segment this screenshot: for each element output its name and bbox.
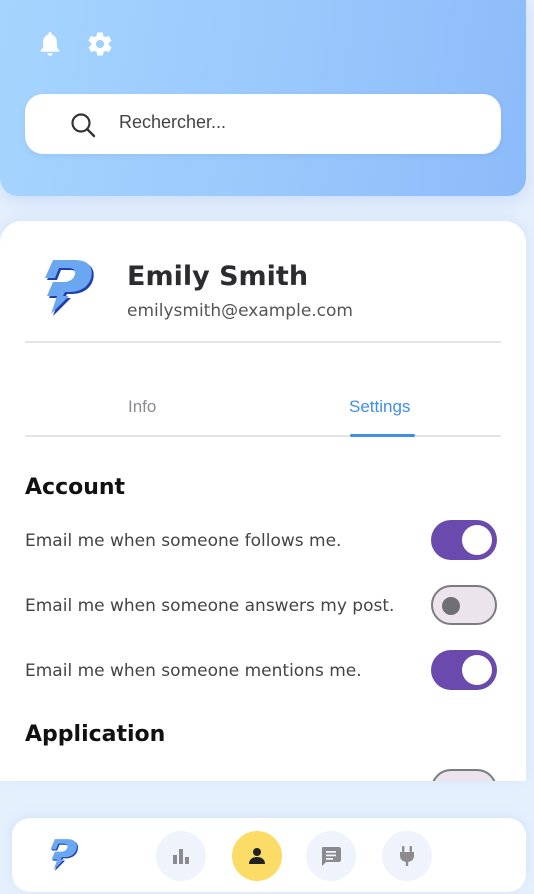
message-icon — [322, 847, 341, 866]
search-input[interactable]: Rechercher... — [119, 112, 226, 133]
toggle-mentions[interactable] — [431, 650, 497, 690]
plug-icon — [400, 846, 414, 866]
setting-label-mentions: Email me when someone mentions me. — [25, 661, 362, 681]
nav-plugins-button[interactable] — [382, 831, 432, 881]
toggle-answers[interactable] — [431, 585, 497, 625]
settings-button[interactable] — [86, 30, 114, 58]
search-icon — [71, 113, 96, 138]
stats-icon — [173, 849, 189, 864]
user-email: emilysmith@example.com — [127, 301, 353, 321]
bottom-nav — [12, 818, 526, 892]
notifications-button[interactable] — [36, 30, 64, 58]
app-logo-small — [50, 839, 79, 871]
toggle-knob — [462, 525, 492, 555]
app-header: Rechercher... — [0, 0, 526, 196]
nav-messages-button[interactable] — [306, 831, 356, 881]
profile-card: Emily Smith emilysmith@example.com Info … — [0, 221, 526, 781]
nav-stats-button[interactable] — [156, 831, 206, 881]
user-icon — [249, 848, 265, 864]
toggle-knob — [442, 597, 460, 615]
gear-icon — [88, 32, 112, 56]
section-title-account: Account — [25, 475, 126, 500]
nav-profile-button[interactable] — [232, 831, 282, 881]
tab-info[interactable]: Info — [128, 397, 156, 417]
app-logo — [45, 260, 94, 316]
section-title-application: Application — [25, 722, 166, 747]
profile-divider — [25, 341, 501, 343]
setting-label-follows: Email me when someone follows me. — [25, 531, 342, 551]
active-tab-indicator — [350, 434, 415, 437]
tab-settings[interactable]: Settings — [349, 397, 410, 417]
bell-icon — [40, 32, 60, 56]
setting-label-answers: Email me when someone answers my post. — [25, 596, 395, 616]
toggle-knob — [462, 655, 492, 685]
user-name: Emily Smith — [127, 261, 309, 292]
toggle-application-setting[interactable] — [431, 769, 497, 781]
tabs-divider — [25, 435, 501, 437]
search-bar[interactable]: Rechercher... — [25, 94, 501, 154]
toggle-follows[interactable] — [431, 520, 497, 560]
